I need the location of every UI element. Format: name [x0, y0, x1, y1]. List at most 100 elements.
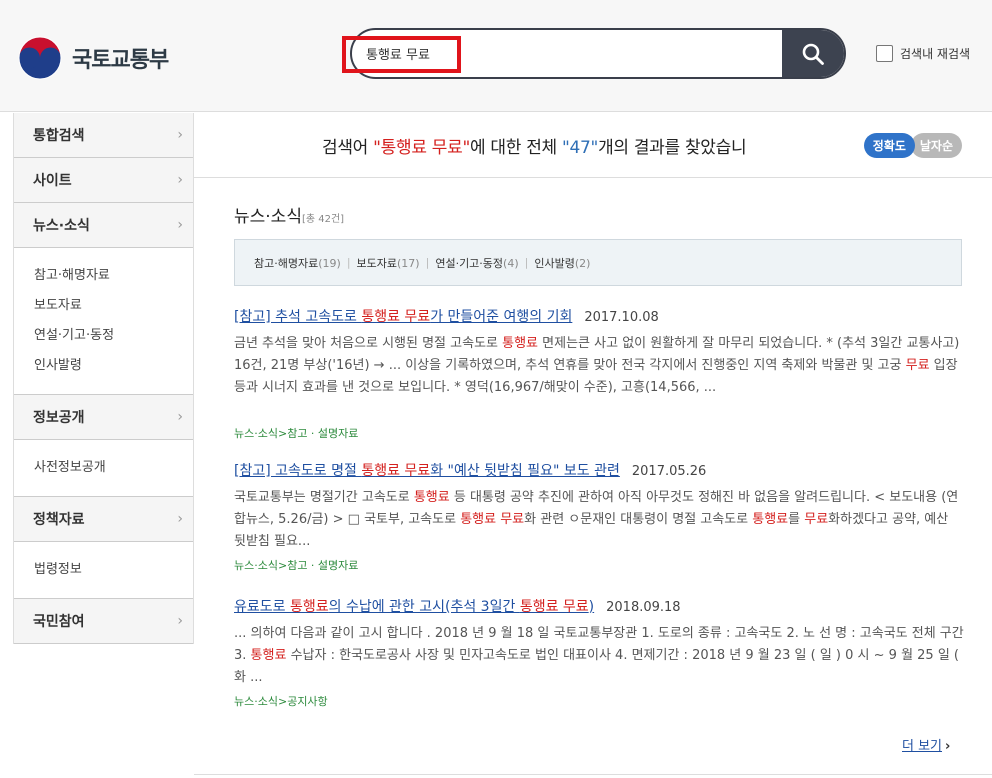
title-highlight: 통행료: [289, 599, 329, 615]
result-title-link[interactable]: [참고] 추석 고속도로 통행료 무료가 만들어준 여행의 기회: [234, 309, 572, 325]
chevron-right-icon: ›: [177, 127, 183, 143]
search-result: [참고] 고속도로 명절 통행료 무료화 "예산 뒷받침 필요" 보도 관련 20…: [234, 460, 964, 573]
summary-suffix: 개의 결과를 찾았습니: [598, 138, 747, 158]
sort-toggle: 정확도 날자순: [863, 133, 962, 158]
result-title-link[interactable]: [참고] 고속도로 명절 통행료 무료화 "예산 뒷받침 필요" 보도 관련: [234, 463, 620, 479]
summary-text: 검색어 "통행료 무료"에 대한 전체 "47"개의 결과를 찾았습니: [322, 133, 747, 158]
search-summary: 검색어 "통행료 무료"에 대한 전체 "47"개의 결과를 찾았습니 정확도 …: [194, 112, 992, 178]
category-filter: 참고·해명자료(19) | 보도자료(17) | 연설·기고·동정(4) | 인…: [234, 239, 962, 286]
result-category-path[interactable]: 뉴스·소식>참고 · 설명자료: [234, 425, 964, 441]
sidebar-subitem-pre-disclosure[interactable]: 사전정보공개: [34, 453, 193, 483]
sort-accuracy-button[interactable]: 정확도: [863, 133, 915, 158]
result-title-link[interactable]: 유료도로 통행료의 수납에 관한 고시(추석 3일간 통행료 무료): [234, 599, 594, 615]
result-snippet: 금년 추석을 맞아 처음으로 시행된 명절 고속도로 통행료 면제는큰 사고 없…: [234, 333, 964, 421]
sidebar-item-info-disclosure[interactable]: 정보공개 ›: [14, 395, 193, 440]
result-date: 2017.05.26: [631, 464, 707, 479]
sidebar-submenu-info: 사전정보공개: [14, 440, 193, 497]
sidebar-submenu-policy: 법령정보: [14, 542, 193, 599]
sidebar-subitem-personnel[interactable]: 인사발령: [34, 351, 193, 381]
snippet-highlight: 통행료: [502, 336, 539, 351]
category-label: 보도자료: [356, 256, 398, 270]
category-divider: |: [346, 256, 351, 269]
summary-prefix: 검색어: [322, 138, 374, 158]
sidebar-item-label: 국민참여: [33, 614, 85, 630]
category-count: (4): [503, 256, 519, 270]
section-title-text: 뉴스·소식: [234, 207, 302, 227]
section-title: 뉴스·소식[총 42건]: [234, 202, 344, 227]
chevron-right-icon: ›: [177, 511, 183, 527]
snippet-text: 를: [788, 512, 805, 527]
sidebar-item-participation[interactable]: 국민참여 ›: [14, 599, 193, 644]
category-divider: |: [425, 256, 430, 269]
snippet-text: 화 관련 ㅇ문재인 대통령이 명절 고속도로: [524, 512, 753, 527]
category-personnel[interactable]: 인사발령(2): [534, 255, 590, 271]
sidebar-subitem-press[interactable]: 보도자료: [34, 291, 193, 321]
sidebar-subitem-reference[interactable]: 참고·해명자료: [34, 261, 193, 291]
sidebar-item-policy[interactable]: 정책자료 ›: [14, 497, 193, 542]
more-label: 더 보기: [902, 739, 943, 754]
title-highlight: 통행료 무료: [361, 309, 431, 325]
sort-date-button[interactable]: 날자순: [910, 133, 962, 158]
sidebar-item-integrated-search[interactable]: 통합검색 ›: [14, 113, 193, 158]
title-text: [참고] 추석 고속도로: [234, 309, 362, 325]
result-snippet: 국토교통부는 명절기간 고속도로 통행료 등 대통령 공약 추진에 관하여 아직…: [234, 487, 964, 553]
title-text: 의 수납에 관한 고시(추석 3일간: [328, 599, 520, 615]
search-button[interactable]: [782, 30, 844, 77]
sidebar-subitem-speech[interactable]: 연설·기고·동정: [34, 321, 193, 351]
result-date: 2017.10.08: [584, 310, 659, 325]
search-icon: [802, 43, 824, 65]
result-category-path[interactable]: 뉴스·소식>참고 · 설명자료: [234, 557, 964, 573]
sidebar-subitem-law[interactable]: 법령정보: [34, 555, 193, 585]
category-label: 참고·해명자료: [254, 256, 319, 270]
more-link[interactable]: 더 보기 ›: [902, 735, 950, 754]
sidebar-item-label: 사이트: [33, 173, 72, 189]
category-divider: |: [524, 256, 529, 269]
title-highlight: 통행료 무료: [361, 463, 431, 479]
snippet-highlight: 통행료: [250, 648, 287, 663]
research-toggle[interactable]: 검색내 재검색: [876, 45, 970, 62]
snippet-text: 국토교통부는 명절기간 고속도로: [234, 490, 414, 505]
category-speech[interactable]: 연설·기고·동정(4): [435, 255, 518, 271]
result-category-path[interactable]: 뉴스·소식>공지사항: [234, 693, 964, 709]
category-count: (17): [397, 256, 420, 270]
snippet-highlight: 통행료: [752, 512, 789, 527]
logo[interactable]: 국토교통부: [18, 36, 169, 80]
title-text: 가 만들어준 여행의 기회: [430, 309, 573, 325]
search-input[interactable]: [360, 36, 780, 71]
category-count: (2): [574, 256, 591, 270]
chevron-right-icon: ›: [177, 217, 183, 233]
snippet-highlight: 통행료: [413, 490, 450, 505]
search-result: 유료도로 통행료의 수납에 관한 고시(추석 3일간 통행료 무료) 2018.0…: [234, 596, 964, 709]
result-title-line: [참고] 고속도로 명절 통행료 무료화 "예산 뒷받침 필요" 보도 관련 20…: [234, 460, 964, 480]
chevron-right-icon: ›: [945, 739, 951, 754]
result-date: 2018.09.18: [606, 600, 681, 615]
header: 국토교통부 검색내 재검색: [0, 0, 992, 112]
title-text: 화 "예산 뒷받침 필요" 보도 관련: [430, 463, 620, 479]
sidebar-item-label: 정보공개: [33, 410, 85, 426]
sidebar-item-label: 통합검색: [33, 128, 85, 144]
category-label: 연설·기고·동정: [435, 256, 504, 270]
chevron-right-icon: ›: [177, 409, 183, 425]
bottom-divider: [194, 774, 992, 775]
title-highlight: 통행료 무료: [519, 599, 589, 615]
category-press[interactable]: 보도자료(17): [357, 255, 420, 271]
snippet-text: 금년 추석을 맞아 처음으로 시행된 명절 고속도로: [234, 336, 503, 351]
category-reference[interactable]: 참고·해명자료(19): [254, 255, 341, 271]
result-title-line: 유료도로 통행료의 수납에 관한 고시(추석 3일간 통행료 무료) 2018.0…: [234, 596, 964, 616]
logo-text: 국토교통부: [72, 48, 169, 73]
category-label: 인사발령: [534, 256, 575, 270]
snippet-highlight: 통행료 무료: [460, 512, 525, 527]
chevron-right-icon: ›: [177, 172, 183, 188]
title-text: 유료도로: [234, 599, 290, 615]
sidebar-item-news[interactable]: 뉴스·소식 ›: [14, 203, 193, 248]
sidebar-submenu-news: 참고·해명자료 보도자료 연설·기고·동정 인사발령: [14, 248, 193, 395]
sidebar-item-site[interactable]: 사이트 ›: [14, 158, 193, 203]
section-count: [총 42건]: [301, 214, 345, 225]
summary-middle: 에 대한 전체: [469, 138, 562, 158]
snippet-highlight: 무료: [905, 358, 930, 373]
title-text: [참고] 고속도로 명절: [234, 463, 362, 479]
sidebar: 통합검색 › 사이트 › 뉴스·소식 › 참고·해명자료 보도자료 연설·기고·…: [13, 113, 194, 644]
government-emblem-icon: [18, 36, 62, 80]
research-checkbox[interactable]: [876, 45, 893, 62]
summary-keyword: "통행료 무료": [373, 138, 470, 158]
